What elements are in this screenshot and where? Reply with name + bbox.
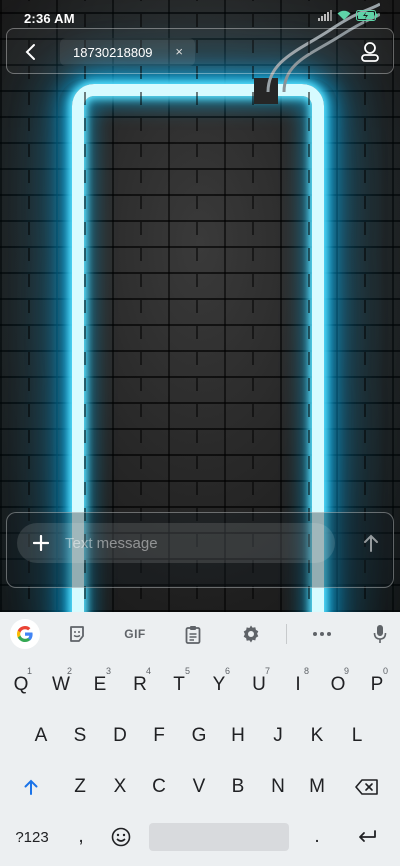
compose-field (17, 523, 335, 563)
key-h[interactable]: H (219, 716, 257, 756)
google-icon (17, 626, 33, 642)
key-i[interactable]: I8 (279, 665, 317, 705)
emoji-icon (111, 827, 131, 847)
key-b[interactable]: B (219, 767, 257, 807)
key-y[interactable]: Y6 (200, 665, 238, 705)
key-m[interactable]: M (298, 767, 336, 807)
send-arrow-icon (364, 534, 378, 552)
more-icon (313, 632, 331, 636)
sticker-icon (70, 626, 84, 642)
key-r[interactable]: R4 (121, 665, 159, 705)
key-l[interactable]: L (338, 716, 376, 756)
key-z[interactable]: Z (61, 767, 99, 807)
compose-bar (6, 512, 394, 588)
key-d[interactable]: D (101, 716, 139, 756)
comma-key[interactable]: , (62, 817, 100, 857)
recipient-number: 18730218809 (73, 44, 153, 60)
status-icons (318, 10, 378, 21)
person-icon (361, 42, 379, 62)
key-q[interactable]: Q1 (2, 665, 40, 705)
backspace-key[interactable] (348, 767, 386, 807)
voice-input-button[interactable] (368, 622, 392, 646)
mic-icon (373, 625, 387, 643)
period-key[interactable]: . (298, 817, 336, 857)
more-button[interactable] (310, 622, 334, 646)
enter-icon (359, 830, 376, 842)
gif-icon: GIF (124, 627, 146, 641)
google-search-button[interactable] (10, 619, 40, 649)
key-u[interactable]: U7 (240, 665, 278, 705)
add-attachment-button[interactable] (29, 531, 53, 555)
shift-key[interactable] (12, 767, 50, 807)
send-button[interactable] (359, 531, 383, 555)
sticker-button[interactable] (65, 622, 89, 646)
key-w[interactable]: W2 (42, 665, 80, 705)
clipboard-button[interactable] (181, 622, 205, 646)
contacts-button[interactable] (357, 39, 383, 65)
key-p[interactable]: P0 (358, 665, 396, 705)
symbols-key[interactable]: ?123 (8, 817, 56, 857)
battery-charging-icon (356, 10, 378, 21)
backspace-icon (355, 779, 378, 795)
key-f[interactable]: F (140, 716, 178, 756)
remove-recipient-button[interactable]: × (175, 44, 183, 59)
keyboard: GIF Q 1 W 2 E 3 R 4 T 5 Y 6 U 7 I 8 O 9 … (0, 612, 400, 866)
clipboard-icon (185, 625, 201, 644)
key-v[interactable]: V (180, 767, 218, 807)
status-time: 2:36 AM (24, 11, 75, 26)
signal-icon (318, 10, 332, 21)
key-j[interactable]: J (259, 716, 297, 756)
neon-gap (254, 78, 278, 104)
key-row-1: Q1 W2 E3 R4 T5 Y6 U7 I8 O9 P0 (0, 665, 400, 705)
shift-arrow-icon (24, 779, 38, 795)
key-x[interactable]: X (101, 767, 139, 807)
conversation-header: 18730218809 × (6, 28, 394, 74)
recipient-chip[interactable]: 18730218809 × (60, 38, 195, 66)
plus-icon (33, 535, 49, 551)
key-o[interactable]: O9 (319, 665, 357, 705)
key-row-4: ?123 , . (0, 817, 400, 857)
key-e[interactable]: E3 (81, 665, 119, 705)
key-a[interactable]: A (22, 716, 60, 756)
back-button[interactable] (17, 39, 43, 65)
key-k[interactable]: K (298, 716, 336, 756)
gif-button[interactable]: GIF (120, 622, 150, 646)
back-arrow-icon (25, 44, 35, 60)
keyboard-toolbar: GIF (0, 612, 400, 656)
emoji-key[interactable] (102, 817, 140, 857)
space-key[interactable] (149, 823, 289, 851)
key-n[interactable]: N (259, 767, 297, 807)
settings-icon (243, 625, 259, 643)
message-input[interactable] (65, 523, 325, 563)
enter-key[interactable] (348, 817, 386, 857)
key-c[interactable]: C (140, 767, 178, 807)
key-s[interactable]: S (61, 716, 99, 756)
key-g[interactable]: G (180, 716, 218, 756)
key-row-3: Z X C V B N M (0, 767, 400, 807)
toolbar-divider (286, 624, 287, 644)
settings-button[interactable] (239, 622, 263, 646)
key-t[interactable]: T5 (160, 665, 198, 705)
key-row-2: A S D F G H J K L (0, 716, 400, 756)
wifi-icon (337, 10, 351, 20)
